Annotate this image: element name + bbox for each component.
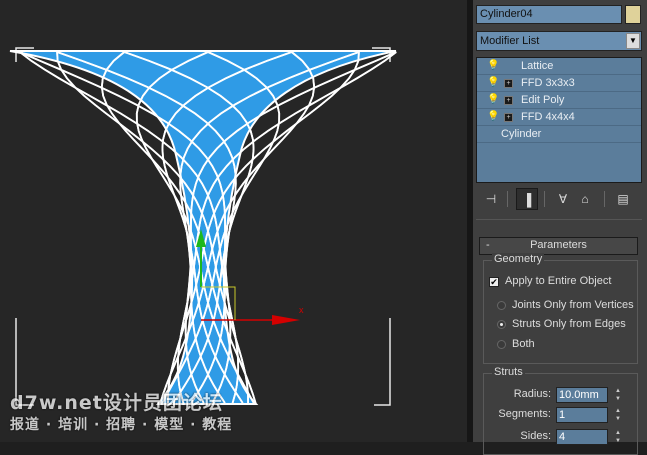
stack-item-label: Cylinder bbox=[501, 128, 542, 140]
stack-item-label: FFD 4x4x4 bbox=[521, 111, 575, 123]
radio-both-label: Both bbox=[512, 338, 535, 350]
chevron-down-icon[interactable]: ▼ bbox=[626, 33, 640, 49]
parameters-rollout: - Parameters Geometry ✔ Apply to Entire … bbox=[473, 232, 647, 455]
toolbar-divider bbox=[544, 191, 545, 207]
perspective-viewport[interactable]: x d7w.net设计员团论坛 报道 · 培训 · 招聘 · 模型 · 教程 bbox=[0, 0, 467, 442]
stack-item-label: FFD 3x3x3 bbox=[521, 77, 575, 89]
modifier-list-dropdown[interactable]: Modifier List ▼ bbox=[476, 31, 642, 51]
watermark-tagline: 报道 · 培训 · 招聘 · 模型 · 教程 bbox=[10, 417, 233, 433]
gizmo-x-label: x bbox=[299, 305, 304, 315]
stack-item-label: Lattice bbox=[521, 60, 554, 72]
stack-item-edit-poly[interactable]: 💡 + Edit Poly bbox=[477, 92, 641, 109]
segments-label: Segments: bbox=[498, 408, 551, 420]
modifier-stack[interactable]: 💡 Lattice 💡 + FFD 3x3x3 💡 + Edit Poly 💡 … bbox=[476, 57, 642, 183]
lightbulb-icon[interactable]: 💡 bbox=[487, 109, 499, 125]
geometry-group: Geometry ✔ Apply to Entire Object Joints… bbox=[483, 253, 638, 364]
stack-item-ffd-3x3x3[interactable]: 💡 + FFD 3x3x3 bbox=[477, 75, 641, 92]
toolbar-divider bbox=[604, 191, 605, 207]
lightbulb-icon[interactable]: 💡 bbox=[487, 58, 499, 74]
watermark-site: d7w.net设计员团论坛 bbox=[10, 392, 223, 414]
collapse-icon[interactable]: - bbox=[486, 238, 490, 253]
configure-sets-icon[interactable]: ▤ bbox=[612, 188, 634, 210]
apply-entire-object-label: Apply to Entire Object bbox=[505, 275, 612, 287]
modifier-list-label: Modifier List bbox=[480, 35, 540, 47]
make-unique-icon[interactable]: ∀ bbox=[552, 188, 574, 210]
show-end-result-icon[interactable]: ▐ bbox=[516, 188, 538, 210]
rollout-title: Parameters bbox=[530, 239, 587, 251]
segments-input[interactable]: 1 bbox=[556, 407, 608, 423]
object-name-field[interactable]: Cylinder04 bbox=[476, 5, 622, 24]
gizmo-x-arrow bbox=[272, 315, 300, 325]
bracket-bottom-right bbox=[374, 318, 391, 406]
sides-spinner[interactable]: ▲ ▼ bbox=[614, 429, 622, 445]
radio-both[interactable] bbox=[497, 340, 506, 349]
modify-command-panel: Cylinder04 Modifier List ▼ 💡 Lattice 💡 +… bbox=[473, 0, 647, 455]
radius-label: Radius: bbox=[513, 388, 551, 400]
sides-input[interactable]: 4 bbox=[556, 429, 608, 445]
stack-item-label: Edit Poly bbox=[521, 94, 565, 106]
geometry-group-title: Geometry bbox=[492, 253, 545, 265]
object-color-swatch[interactable] bbox=[625, 5, 641, 24]
stack-item-cylinder[interactable]: Cylinder bbox=[477, 126, 641, 143]
segments-spinner[interactable]: ▲ ▼ bbox=[614, 407, 622, 423]
viewport-canvas[interactable]: x bbox=[0, 0, 467, 442]
expand-plus-icon[interactable]: + bbox=[504, 113, 513, 122]
expand-plus-icon[interactable]: + bbox=[504, 96, 513, 105]
remove-modifier-icon[interactable]: ⌂ bbox=[574, 188, 596, 210]
struts-group-title: Struts bbox=[492, 366, 525, 378]
apply-entire-object-checkbox[interactable]: ✔ bbox=[489, 277, 499, 287]
stack-toolbar: ⊣ ▐ ∀ ⌂ ▤ bbox=[476, 188, 642, 210]
radio-joints-only-label: Joints Only from Vertices bbox=[512, 299, 634, 311]
stack-item-lattice[interactable]: 💡 Lattice bbox=[477, 58, 641, 75]
pin-stack-icon[interactable]: ⊣ bbox=[480, 188, 502, 210]
panel-divider bbox=[476, 219, 642, 220]
radio-joints-only[interactable] bbox=[497, 301, 506, 310]
lightbulb-icon[interactable]: 💡 bbox=[487, 75, 499, 91]
radius-spinner[interactable]: ▲ ▼ bbox=[614, 387, 622, 403]
expand-plus-icon[interactable]: + bbox=[504, 79, 513, 88]
radio-struts-only[interactable] bbox=[497, 320, 506, 329]
stack-item-ffd-4x4x4[interactable]: 💡 + FFD 4x4x4 bbox=[477, 109, 641, 126]
struts-group: Struts Radius: 10.0mm ▲ ▼ Segments: 1 ▲ ▼ … bbox=[483, 366, 638, 455]
radio-struts-only-label: Struts Only from Edges bbox=[512, 318, 626, 330]
sides-label: Sides: bbox=[520, 430, 551, 442]
lightbulb-icon[interactable]: 💡 bbox=[487, 92, 499, 108]
radius-input[interactable]: 10.0mm bbox=[556, 387, 608, 403]
toolbar-divider bbox=[507, 191, 508, 207]
